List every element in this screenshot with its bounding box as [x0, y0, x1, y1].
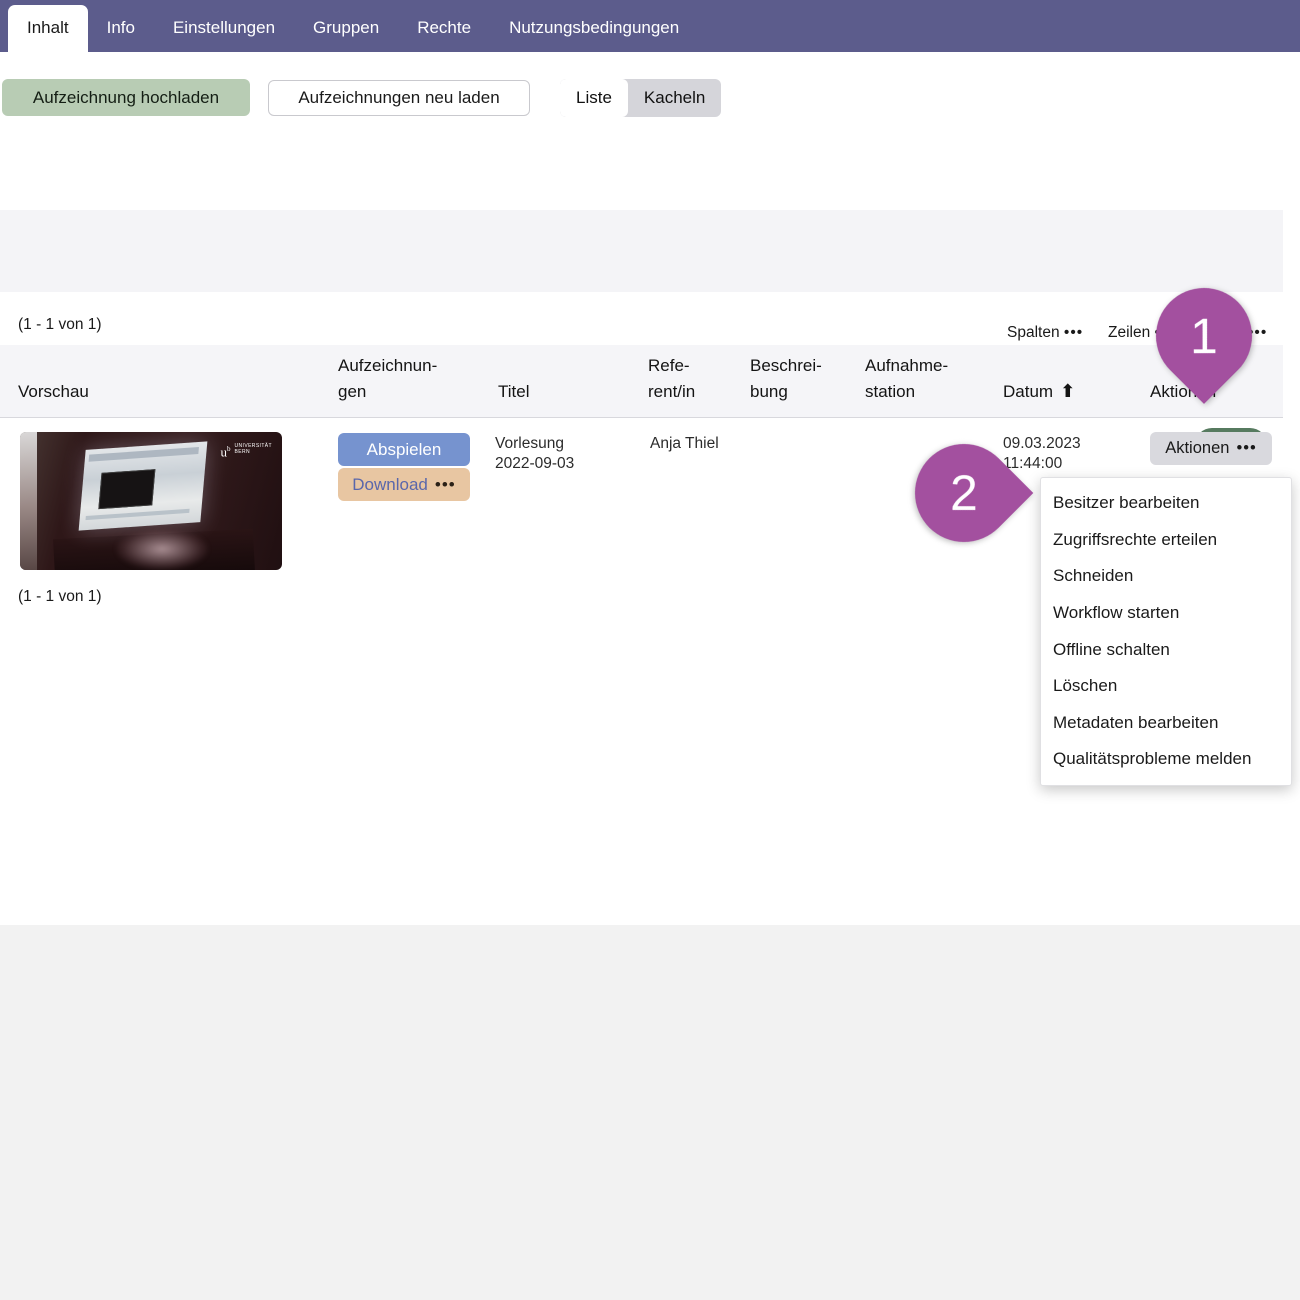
ellipsis-icon: ••• — [434, 474, 456, 494]
header-line: Titel — [498, 382, 530, 401]
actions-label: Aktionen — [1165, 439, 1230, 457]
header-line: rent/in — [648, 382, 696, 401]
header-line: bung — [750, 382, 788, 401]
header-vorschau[interactable]: Vorschau — [18, 379, 89, 405]
header-referent[interactable]: Refe- rent/in — [648, 353, 695, 405]
cell-date: 09.03.2023 11:44:00 — [1003, 434, 1081, 473]
menu-item-offline-schalten[interactable]: Offline schalten — [1041, 631, 1291, 668]
download-button[interactable]: Download ••• — [338, 468, 470, 501]
menu-item-qualitaetsprobleme-melden[interactable]: Qualitätsprobleme melden — [1041, 741, 1291, 778]
columns-menu-button[interactable]: Spalten ••• — [1007, 324, 1083, 342]
annotation-number: 2 — [950, 465, 978, 521]
date-line: 11:44:00 — [1003, 454, 1063, 472]
page: Inhalt Info Einstellungen Gruppen Rechte… — [0, 0, 1300, 1300]
upload-recording-button[interactable]: Aufzeichnung hochladen — [2, 79, 250, 116]
header-line: Aufzeichnun- — [338, 356, 438, 375]
actions-dropdown-menu: Besitzer bearbeiten Zugriffsrechte ertei… — [1040, 477, 1292, 786]
annotation-number: 1 — [1190, 308, 1218, 364]
view-toggle: Liste Kacheln — [560, 79, 722, 117]
result-count-bottom: (1 - 1 von 1) — [18, 588, 102, 605]
title-line: Vorlesung — [495, 435, 564, 452]
screen-content-line — [85, 508, 190, 521]
table-header-row: Vorschau Aufzeichnun- gen Titel Refe- re… — [0, 345, 1283, 418]
menu-item-workflow-starten[interactable]: Workflow starten — [1041, 595, 1291, 632]
menu-item-loeschen[interactable]: Löschen — [1041, 668, 1291, 705]
header-aufnahmestation[interactable]: Aufnahme- station — [865, 353, 948, 405]
result-count-top: (1 - 1 von 1) — [18, 316, 102, 333]
laptop-screen — [78, 441, 208, 531]
typing-hands — [116, 528, 208, 570]
cell-presenter: Anja Thiel — [650, 435, 719, 452]
header-line: Datum — [1003, 382, 1054, 401]
filter-panel: Filter Titel: 09 ON — [0, 210, 1283, 495]
play-button[interactable]: Abspielen — [338, 433, 470, 466]
university-bern-logo: ub UNIVERSITÄT BERN — [221, 443, 272, 458]
header-line: Beschrei- — [750, 356, 822, 375]
columns-label: Spalten — [1007, 324, 1060, 341]
header-line: Aufnahme- — [865, 356, 949, 375]
header-line: station — [865, 382, 916, 401]
date-line: 09.03.2023 — [1003, 435, 1081, 452]
tab-einstellungen[interactable]: Einstellungen — [154, 5, 294, 52]
rows-label: Zeilen — [1108, 324, 1151, 341]
view-toggle-tiles[interactable]: Kacheln — [628, 79, 721, 117]
tab-rechte[interactable]: Rechte — [398, 5, 490, 52]
header-titel[interactable]: Titel — [498, 379, 530, 405]
menu-item-schneiden[interactable]: Schneiden — [1041, 558, 1291, 595]
cell-title: Vorlesung 2022-09-03 — [495, 434, 574, 473]
ellipsis-icon: ••• — [1063, 324, 1084, 341]
reload-recordings-button[interactable]: Aufzeichnungen neu laden — [268, 80, 530, 116]
header-line: gen — [338, 382, 367, 401]
page-footer-area — [0, 925, 1300, 1300]
header-datum-sort[interactable]: Datum ⬆ — [1003, 378, 1075, 405]
logo-u-glyph: ub — [220, 444, 231, 460]
menu-item-metadaten-bearbeiten[interactable]: Metadaten bearbeiten — [1041, 705, 1291, 742]
download-label: Download — [352, 474, 428, 494]
screen-toolbar — [88, 447, 199, 462]
top-navbar: Inhalt Info Einstellungen Gruppen Rechte… — [0, 0, 1300, 52]
title-line: 2022-09-03 — [495, 454, 575, 472]
screen-video-inset — [98, 469, 156, 510]
menu-item-zugriffsrechte-erteilen[interactable]: Zugriffsrechte erteilen — [1041, 522, 1291, 559]
header-line: Vorschau — [18, 382, 89, 401]
tab-inhalt[interactable]: Inhalt — [8, 5, 88, 52]
header-aufzeichnungen[interactable]: Aufzeichnun- gen — [338, 353, 437, 405]
sort-ascending-icon: ⬆ — [1060, 381, 1076, 401]
photo-left-glare — [20, 432, 37, 570]
video-thumbnail[interactable]: ub UNIVERSITÄT BERN — [20, 432, 282, 570]
tab-gruppen[interactable]: Gruppen — [294, 5, 398, 52]
tab-info[interactable]: Info — [88, 5, 154, 52]
view-toggle-list[interactable]: Liste — [560, 79, 628, 117]
ellipsis-icon: ••• — [1236, 439, 1257, 457]
header-line: Refe- — [648, 356, 690, 375]
rows-menu-button[interactable]: Zeilen • — [1108, 324, 1161, 342]
header-beschreibung[interactable]: Beschrei- bung — [750, 353, 822, 405]
menu-item-besitzer-bearbeiten[interactable]: Besitzer bearbeiten — [1041, 485, 1291, 522]
logo-wordmark: UNIVERSITÄT BERN — [234, 443, 272, 455]
row-actions-button[interactable]: Aktionen ••• — [1150, 432, 1272, 465]
tab-nutzungsbedingungen[interactable]: Nutzungsbedingungen — [490, 5, 698, 52]
